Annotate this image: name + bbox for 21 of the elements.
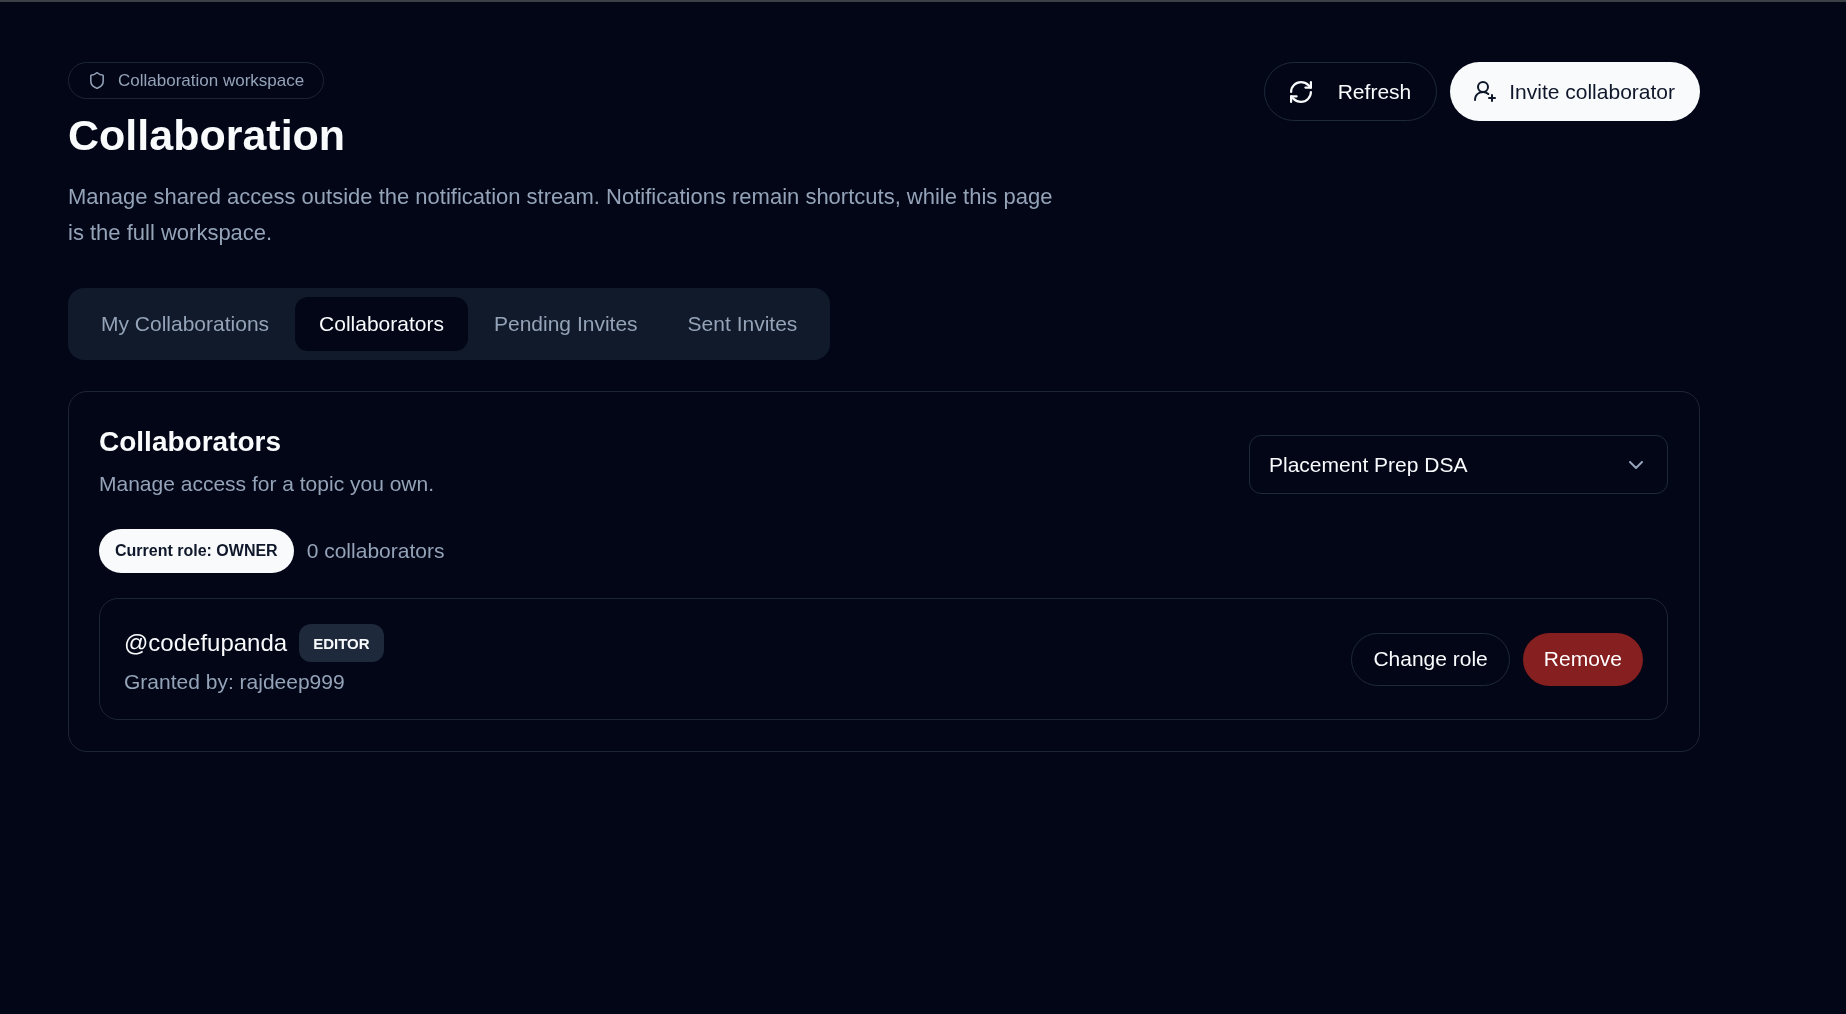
chevron-down-icon — [1629, 460, 1643, 469]
tab[interactable]: Collaborators — [295, 297, 468, 351]
granted-by-text: Granted by: rajdeep999 — [124, 670, 346, 694]
remove-button[interactable]: Remove — [1522, 632, 1643, 686]
role-badge: Current role: OWNER — [99, 529, 294, 573]
collaborator-handle: @codefupanda — [124, 629, 288, 657]
topic-select[interactable]: Placement Prep DSA — [1249, 435, 1668, 494]
tab[interactable]: My Collaborations — [77, 297, 294, 351]
page-description: Manage shared access outside the notification stream. Notifications remain shortcuts, while this page is the full workspace. — [68, 183, 1054, 247]
shield-icon — [90, 72, 104, 89]
panel-subtitle: Manage access for a topic you own. — [99, 471, 434, 497]
tab[interactable]: Pending Invites — [470, 297, 662, 351]
workspace-label: Collaboration workspace — [118, 70, 305, 91]
page-title: Collaboration — [68, 110, 347, 161]
collaborator-count: 0 collaborators — [306, 539, 445, 563]
panel-title: Collaborators — [99, 425, 283, 459]
role-badge: EDITOR — [299, 624, 384, 662]
user-plus-icon — [1474, 81, 1497, 102]
refresh-icon — [1289, 80, 1312, 103]
invite-button[interactable]: Invite collaborator — [1450, 62, 1700, 121]
tab[interactable]: Sent Invites — [663, 297, 822, 351]
